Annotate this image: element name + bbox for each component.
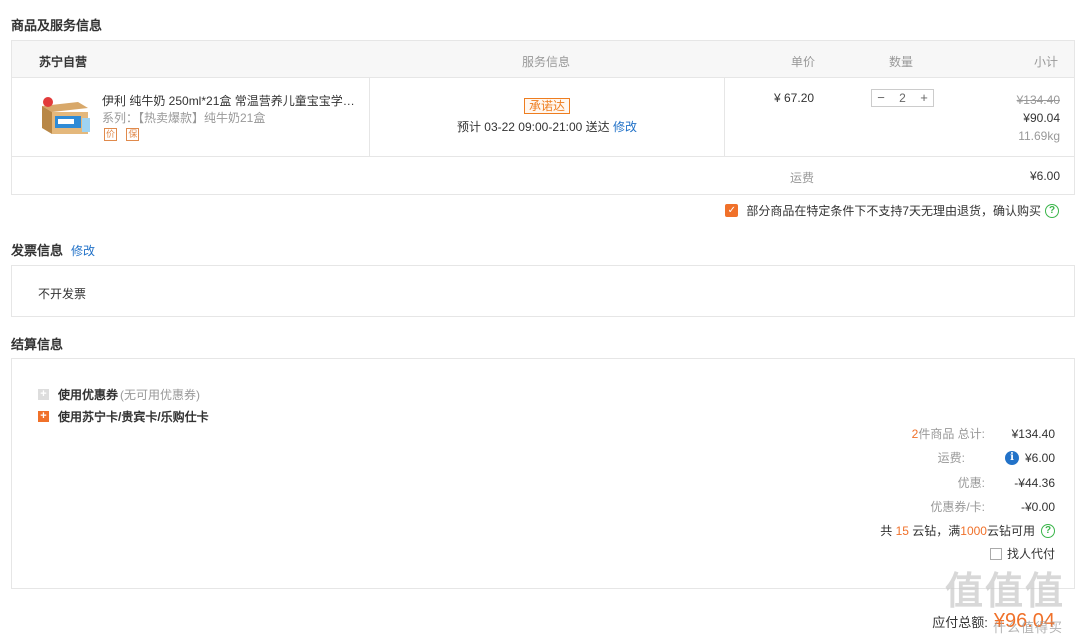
invoice-modify-link[interactable]: 修改: [71, 244, 95, 258]
agreement-text: 部分商品在特定条件下不支持7天无理由退货，确认购买: [746, 204, 1041, 218]
agreement-checkbox[interactable]: ✓: [725, 204, 739, 217]
coupon-note: (无可用优惠券): [120, 388, 201, 402]
shipping-value: ¥6.00: [1029, 169, 1060, 183]
product-thumbnail[interactable]: [38, 96, 92, 136]
plus-icon: +: [38, 389, 49, 400]
watermark-logo: 值值值: [944, 571, 1065, 613]
summary-total-label: 2件商品 总计:: [912, 425, 985, 442]
cloud-mid: 云钻，满: [912, 524, 961, 538]
summary-coupon-label: 优惠券/卡:: [930, 500, 985, 514]
header-subtotal: 小计: [1033, 55, 1058, 69]
info-icon[interactable]: i: [1005, 450, 1019, 465]
table-row: 伊利 纯牛奶 250ml*21盒 常温营养儿童宝宝学… 系列：【热卖爆款】纯牛奶…: [12, 78, 1074, 157]
cloud-suffix: 云钻可用: [986, 524, 1035, 538]
summary-discount-label: 优惠:: [957, 476, 985, 490]
shipping-row: 运费 ¥6.00: [12, 158, 1074, 194]
summary-total-value: ¥134.40: [1011, 426, 1055, 441]
subtotal-cell: ¥134.40 ¥90.04 11.69kg: [1017, 91, 1060, 145]
cloud-prefix: 共: [880, 524, 893, 538]
product-tags: 价 保: [104, 126, 145, 141]
summary-coupon-value: -¥0.00: [1020, 499, 1055, 514]
header-quantity: 数量: [889, 55, 914, 69]
summary-shipping-value: ¥6.00: [1024, 450, 1055, 465]
invoice-value: 不开发票: [38, 287, 87, 301]
delivery-eta: 预计 03-22 09:00-21:00 送达 修改: [370, 118, 724, 135]
payment-box: + 使用优惠券 (无可用优惠券) + 使用苏宁卡/贵宾卡/乐购仕卡: [11, 358, 1075, 589]
cloud-diamond-line: 共 15 云钻，满 1000 云钻可用 ?: [880, 522, 1055, 539]
coupon-option[interactable]: + 使用优惠券 (无可用优惠券): [38, 386, 200, 403]
item-count-suffix: 件商品 总计:: [918, 427, 985, 441]
price-guarantee-tag: 价: [104, 128, 117, 141]
goods-table: 苏宁自营 服务信息 单价 数量 小计 伊利 纯牛奶 250ml*21盒 常温营养…: [11, 40, 1075, 195]
summary-discount-line: 优惠: -¥44.36: [958, 474, 1055, 491]
shop-name: 苏宁自营: [39, 55, 88, 69]
return-policy-agreement: ✓ 部分商品在特定条件下不支持7天无理由退货，确认购买 ?: [725, 202, 1059, 219]
summary-discount-value: -¥44.36: [1014, 475, 1055, 490]
delivery-modify-link[interactable]: 修改: [613, 120, 637, 134]
payment-section-title: 结算信息: [11, 337, 64, 352]
help-icon[interactable]: ?: [1045, 203, 1059, 218]
summary-shipping-line: 运费: i ¥6.00: [938, 449, 1055, 466]
delivery-eta-text: 预计 03-22 09:00-21:00 送达: [456, 120, 610, 134]
product-series: 系列：【热卖爆款】纯牛奶21盒: [102, 111, 266, 125]
help-icon[interactable]: ?: [1041, 523, 1055, 538]
qty-minus-button[interactable]: −: [875, 91, 887, 105]
qty-value[interactable]: 2: [899, 91, 906, 105]
header-unit-price: 单价: [791, 55, 816, 69]
qty-plus-button[interactable]: +: [918, 91, 930, 105]
shipping-label: 运费: [790, 171, 815, 185]
invoice-box: 不开发票: [11, 265, 1075, 317]
goods-table-header: 苏宁自营 服务信息 单价 数量 小计: [12, 41, 1074, 78]
protection-tag: 保: [126, 128, 140, 141]
summary-total-line: 2件商品 总计: ¥134.40: [912, 425, 1055, 442]
product-info-cell: 伊利 纯牛奶 250ml*21盒 常温营养儿童宝宝学… 系列：【热卖爆款】纯牛奶…: [12, 78, 370, 156]
promise-badge: 承诺达: [523, 98, 570, 114]
watermark-text: 什么值得买: [992, 620, 1063, 635]
invoice-title-text: 发票信息: [11, 243, 64, 258]
original-subtotal: ¥134.40: [1016, 93, 1060, 107]
card-option[interactable]: + 使用苏宁卡/贵宾卡/乐购仕卡: [38, 408, 209, 425]
plus-icon: +: [38, 411, 49, 422]
service-info-cell: 承诺达 预计 03-22 09:00-21:00 送达 修改: [370, 78, 725, 156]
product-name[interactable]: 伊利 纯牛奶 250ml*21盒 常温营养儿童宝宝学…: [102, 92, 362, 109]
card-label: 使用苏宁卡/贵宾卡/乐购仕卡: [58, 410, 209, 424]
cloud-threshold: 1000: [960, 523, 987, 538]
quantity-stepper: − 2 +: [871, 89, 934, 107]
unit-price: ¥ 67.20: [774, 91, 815, 105]
goods-section-title: 商品及服务信息: [11, 18, 103, 33]
item-weight: 11.69kg: [1018, 129, 1060, 143]
cloud-count: 15: [895, 523, 909, 538]
summary-coupon-line: 优惠券/卡: -¥0.00: [930, 498, 1055, 515]
proxy-pay-checkbox[interactable]: [989, 547, 1002, 560]
invoice-section-title: 发票信息 修改: [11, 240, 95, 259]
header-service: 服务信息: [522, 55, 571, 69]
coupon-label: 使用优惠券: [58, 388, 119, 402]
summary-shipping-label: 运费:: [937, 451, 965, 465]
subtotal-value: ¥90.04: [1023, 111, 1060, 125]
